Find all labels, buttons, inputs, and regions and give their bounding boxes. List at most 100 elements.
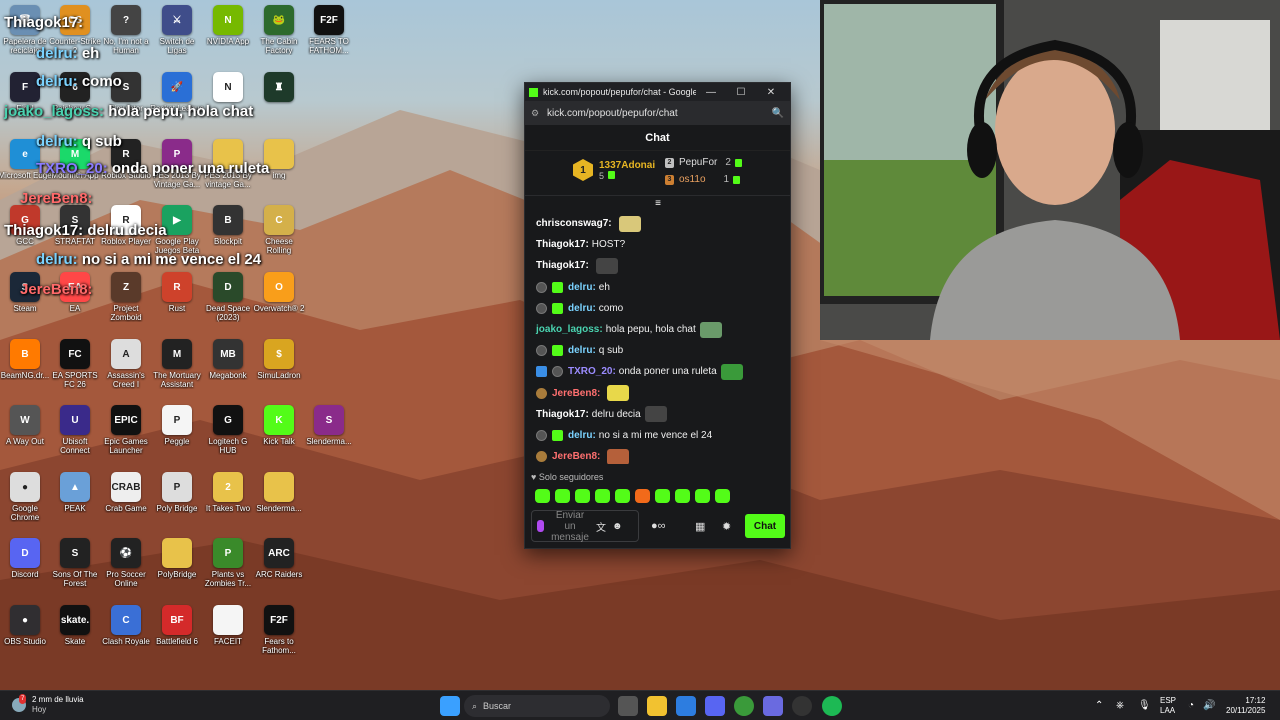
desktop-icon[interactable]: Z Project Zomboid (101, 272, 151, 334)
microphone-tray-icon[interactable]: 🎙 (1138, 700, 1151, 711)
desktop-icon[interactable]: MB Megabonk (203, 339, 253, 401)
desktop-icon[interactable]: 🐸 The Cabin Factory (254, 5, 304, 67)
file-explorer-icon[interactable] (647, 696, 667, 716)
clock[interactable]: 17:12 20/11/2025 (1226, 696, 1265, 716)
desktop-icon[interactable]: P Poly Bridge (152, 472, 202, 534)
chat-message[interactable]: chrisconswag7: (536, 213, 779, 234)
chat-message[interactable]: joako_lagoss: hola pepu, hola chat (536, 319, 779, 340)
volume-icon[interactable]: 🔊 (1203, 700, 1215, 711)
chat-username[interactable]: Thiagok17: (536, 409, 589, 420)
desktop-icon[interactable]: K Kick Talk (254, 405, 304, 467)
discord-app-icon[interactable] (705, 696, 725, 716)
desktop-icon[interactable]: D Dead Space (2023) (203, 272, 253, 334)
desktop-icon[interactable]: P Plants vs Zombies Tr... (203, 538, 253, 600)
address-bar[interactable]: ⚙ kick.com/popout/pepufor/chat 🔍 (525, 101, 790, 125)
store-app-icon[interactable] (676, 696, 696, 716)
users-icon[interactable]: ●∞ (651, 520, 666, 532)
desktop-icon[interactable]: C Cheese Rolling (254, 205, 304, 267)
chat-message[interactable]: delru: no si a mi me vence el 24 (536, 425, 779, 446)
store-icon[interactable]: ▦ (695, 520, 705, 533)
emote-button[interactable] (695, 489, 710, 503)
collapse-pinned-icon[interactable]: ≡ (652, 199, 664, 209)
network-icon[interactable]: ⎈ (1116, 700, 1124, 711)
desktop-icon[interactable]: G Logitech G HUB (203, 405, 253, 467)
window-titlebar[interactable]: kick.com/popout/pepufor/chat - Google C.… (525, 83, 790, 101)
chat-message[interactable]: Thiagok17: delru decia (536, 404, 779, 425)
desktop-icon[interactable]: CRAB Crab Game (101, 472, 151, 534)
desktop-icon[interactable]: ? No, I'm not a Human (101, 5, 151, 67)
tray-chevron-icon[interactable]: ⌃ (1095, 700, 1103, 711)
teams-app-icon[interactable] (763, 696, 783, 716)
desktop-icon[interactable]: 2 It Takes Two (203, 472, 253, 534)
leaderboard-first-name[interactable]: 1337Adonai (599, 160, 655, 171)
desktop-icon[interactable]: U Ubisoft Connect (50, 405, 100, 467)
maximize-button[interactable]: ☐ (726, 87, 756, 98)
desktop-icon[interactable]: BF Battlefield 6 (152, 605, 202, 667)
task-view-icon[interactable] (618, 696, 638, 716)
close-button[interactable]: ✕ (756, 87, 786, 98)
desktop-icon[interactable]: ⚽ Pro Soccer Online (101, 538, 151, 600)
minimize-button[interactable]: — (696, 87, 726, 98)
chat-message[interactable]: Thiagok17: (536, 255, 779, 276)
desktop-icon[interactable]: S Slenderma... (304, 405, 354, 467)
desktop-icon[interactable]: O Overwatch® 2 (254, 272, 304, 334)
spotify-app-icon[interactable] (822, 696, 842, 716)
weather-widget[interactable]: 7 2 mm de lluvia Hoy (12, 694, 84, 715)
chat-username[interactable]: delru: (568, 303, 596, 314)
gear-icon[interactable]: ✹ (722, 520, 731, 533)
chat-message-list[interactable]: chrisconswag7: Thiagok17: HOST? Thiagok17: d… (525, 209, 790, 464)
windows-start-icon[interactable] (440, 696, 460, 716)
desktop-icon[interactable]: ● Google Chrome (0, 472, 50, 534)
desktop-icon[interactable]: ARC ARC Raiders (254, 538, 304, 600)
chat-message[interactable]: Thiagok17: HOST? (536, 234, 779, 255)
desktop-icon[interactable]: C Clash Royale (101, 605, 151, 667)
chat-message[interactable]: delru: eh (536, 277, 779, 298)
translate-icon[interactable]: 文 (596, 519, 606, 534)
leaderboard-second-name[interactable]: PepuFor (679, 157, 717, 168)
chrome-app-icon[interactable] (734, 696, 754, 716)
desktop-icon[interactable]: S Sons Of The Forest (50, 538, 100, 600)
emoji-icon[interactable]: ☻ (612, 521, 623, 532)
desktop-icon[interactable]: ● OBS Studio (0, 605, 50, 667)
chat-message[interactable]: JereBen8: (536, 383, 779, 404)
desktop-icon[interactable]: PolyBridge (152, 538, 202, 600)
leaderboard-third-name[interactable]: os11o (679, 174, 706, 185)
desktop-icon[interactable]: FACEIT (203, 605, 253, 667)
emote-button[interactable] (635, 489, 650, 503)
quick-emote-bar[interactable] (535, 489, 730, 503)
emote-button[interactable] (575, 489, 590, 503)
zoom-icon[interactable]: 🔍 (772, 108, 784, 119)
desktop-icon[interactable]: FC EA SPORTS FC 26 (50, 339, 100, 401)
taskbar-search[interactable]: ⌕ Buscar (464, 695, 610, 717)
emote-button[interactable] (655, 489, 670, 503)
emote-button[interactable] (715, 489, 730, 503)
chat-message[interactable]: TXRO_20: onda poner una ruleta (536, 361, 779, 382)
desktop-icon[interactable]: W A Way Out (0, 405, 50, 467)
chat-message[interactable]: delru: q sub (536, 340, 779, 361)
url-text[interactable]: kick.com/popout/pepufor/chat (547, 108, 772, 119)
language-indicator[interactable]: ESP LAA (1160, 696, 1176, 716)
desktop-icon[interactable]: F2F FEARS TO FATHOM... (304, 5, 354, 67)
emote-button[interactable] (675, 489, 690, 503)
obs-app-icon[interactable] (792, 696, 812, 716)
chat-username[interactable]: joako_lagoss: (536, 324, 603, 335)
desktop-icon[interactable]: EPIC Epic Games Launcher (101, 405, 151, 467)
chat-input[interactable]: Enviar un mensaje 文 ☻ (531, 510, 639, 543)
emote-button[interactable] (595, 489, 610, 503)
chat-popout-window[interactable]: kick.com/popout/pepufor/chat - Google C.… (524, 82, 791, 549)
chat-message[interactable]: JereBen8: (536, 446, 779, 464)
desktop-icon[interactable]: Slenderma... (254, 472, 304, 534)
desktop-icon[interactable]: P Peggle (152, 405, 202, 467)
chat-username[interactable]: JereBen8: (552, 388, 600, 399)
chat-input-placeholder[interactable]: Enviar un mensaje (550, 510, 590, 543)
desktop-icon[interactable]: R Rust (152, 272, 202, 334)
desktop-icon[interactable]: F2F Fears to Fathom... (254, 605, 304, 667)
chat-username[interactable]: TXRO_20: (568, 366, 616, 377)
desktop-icon[interactable]: ▲ PEAK (50, 472, 100, 534)
desktop-icon[interactable]: ♜ (254, 72, 304, 134)
chat-username[interactable]: Thiagok17: (536, 239, 589, 250)
emote-button[interactable] (615, 489, 630, 503)
emote-button[interactable] (555, 489, 570, 503)
send-chat-button[interactable]: Chat (745, 514, 785, 538)
chat-username[interactable]: JereBen8: (552, 451, 600, 462)
